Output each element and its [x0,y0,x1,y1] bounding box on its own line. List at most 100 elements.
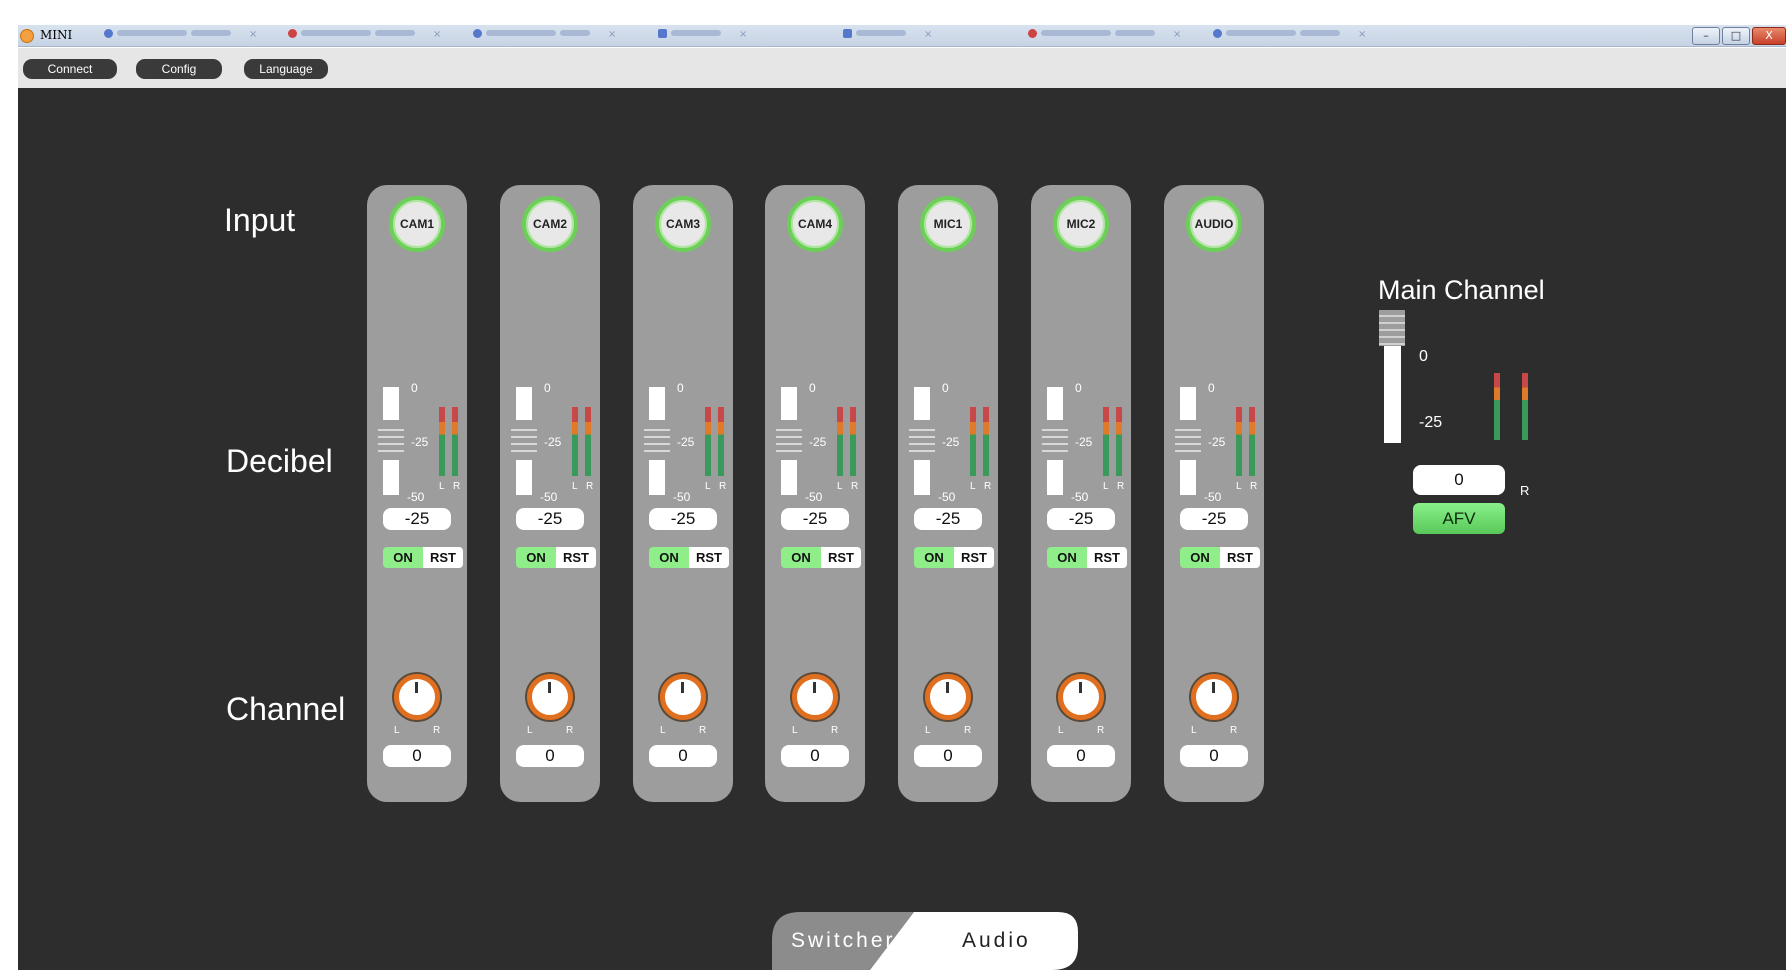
channel-strip: CAM1 0 -25 -50 L R -25 ON RST L R 0 [367,185,467,802]
on-button[interactable]: ON [1047,547,1087,568]
fader-track[interactable] [383,460,399,495]
input-select-button[interactable]: CAM1 [389,196,445,252]
decibel-value[interactable]: -25 [516,508,584,530]
on-button[interactable]: ON [1180,547,1220,568]
fader-track[interactable] [1047,387,1063,420]
maximize-button[interactable]: □ [1722,27,1750,45]
pan-value[interactable]: 0 [781,745,849,767]
config-button[interactable]: Config [136,59,222,79]
on-button[interactable]: ON [649,547,689,568]
main-fader-track[interactable] [1384,344,1401,443]
pan-value[interactable]: 0 [516,745,584,767]
pan-value[interactable]: 0 [383,745,451,767]
fader-track[interactable] [914,387,930,420]
switcher-tab[interactable]: Switcher [791,929,896,953]
language-button[interactable]: Language [244,59,328,79]
audio-mixer-panel: Input Decibel Channel CAM1 0 -25 -50 L R -25 ON… [18,88,1786,970]
channel-strip: AUDIO 0 -25 -50 L R -25 ON RST L R 0 [1164,185,1264,802]
on-button[interactable]: ON [914,547,954,568]
decibel-value[interactable]: -25 [781,508,849,530]
knob-indicator [681,682,684,693]
close-button[interactable]: X [1752,27,1786,45]
pan-knob[interactable] [660,674,706,720]
on-button[interactable]: ON [781,547,821,568]
audio-tab[interactable]: Audio [962,929,1031,953]
decibel-value[interactable]: -25 [383,508,451,530]
decibel-value[interactable]: -25 [649,508,717,530]
fader-track[interactable] [1180,460,1196,495]
scale-mid: -25 [411,435,429,449]
meter-left-label: L [705,481,711,492]
input-select-button[interactable]: CAM2 [522,196,578,252]
meter-right-label: R [984,481,992,492]
main-level-value[interactable]: 0 [1413,465,1505,495]
connect-button[interactable]: Connect [23,59,117,79]
pan-value[interactable]: 0 [914,745,982,767]
decibel-value[interactable]: -25 [1180,508,1248,530]
scale-bottom: -50 [673,490,691,504]
fader-handle[interactable] [511,424,537,457]
pan-knob[interactable] [925,674,971,720]
fader-handle[interactable] [644,424,670,457]
input-select-button[interactable]: CAM3 [655,196,711,252]
scale-bottom: -50 [407,490,425,504]
fader-track[interactable] [914,460,930,495]
meter-right [452,407,458,476]
pan-knob[interactable] [527,674,573,720]
fader-track[interactable] [649,387,665,420]
pan-left-label: L [394,725,400,736]
pan-value[interactable]: 0 [649,745,717,767]
on-button[interactable]: ON [516,547,556,568]
scale-mid: -25 [942,435,960,449]
reset-button[interactable]: RST [556,547,596,568]
meter-right [1249,407,1255,476]
input-select-button[interactable]: CAM4 [787,196,843,252]
input-select-button[interactable]: MIC1 [920,196,976,252]
reset-button[interactable]: RST [689,547,729,568]
decibel-value[interactable]: -25 [1047,508,1115,530]
pan-value[interactable]: 0 [1047,745,1115,767]
decibel-value[interactable]: -25 [914,508,982,530]
input-select-button[interactable]: AUDIO [1186,196,1242,252]
reset-button[interactable]: RST [423,547,463,568]
menu-bar: Connect Config Language [18,48,1786,88]
meter-right-label: R [719,481,727,492]
mode-switch: Switcher Audio [772,912,1078,970]
fader-track[interactable] [1180,387,1196,420]
fader-track[interactable] [383,387,399,420]
afv-button[interactable]: AFV [1413,503,1505,534]
main-meter-left [1494,373,1500,440]
on-button[interactable]: ON [383,547,423,568]
pan-knob[interactable] [1058,674,1104,720]
fader-handle[interactable] [378,424,404,457]
pan-knob[interactable] [394,674,440,720]
pan-knob[interactable] [792,674,838,720]
main-fader-handle[interactable] [1379,310,1405,346]
pan-knob[interactable] [1191,674,1237,720]
fader-handle[interactable] [909,424,935,457]
fader-track[interactable] [781,387,797,420]
background-tab: × [104,29,257,43]
fader-track[interactable] [781,460,797,495]
pan-left-label: L [660,725,666,736]
channel-row-label: Channel [226,691,346,727]
pan-right-label: R [1097,725,1105,736]
fader-track[interactable] [516,460,532,495]
fader-handle[interactable] [1042,424,1068,457]
meter-left [1103,407,1109,476]
scale-mid: -25 [677,435,695,449]
reset-button[interactable]: RST [1087,547,1127,568]
reset-button[interactable]: RST [821,547,861,568]
minimize-button[interactable]: – [1692,27,1720,45]
reset-button[interactable]: RST [1220,547,1260,568]
scale-top: 0 [677,381,684,395]
pan-value[interactable]: 0 [1180,745,1248,767]
reset-button[interactable]: RST [954,547,994,568]
fader-track[interactable] [649,460,665,495]
fader-track[interactable] [516,387,532,420]
fader-track[interactable] [1047,460,1063,495]
input-select-button[interactable]: MIC2 [1053,196,1109,252]
knob-indicator [1079,682,1082,693]
fader-handle[interactable] [1175,424,1201,457]
fader-handle[interactable] [776,424,802,457]
